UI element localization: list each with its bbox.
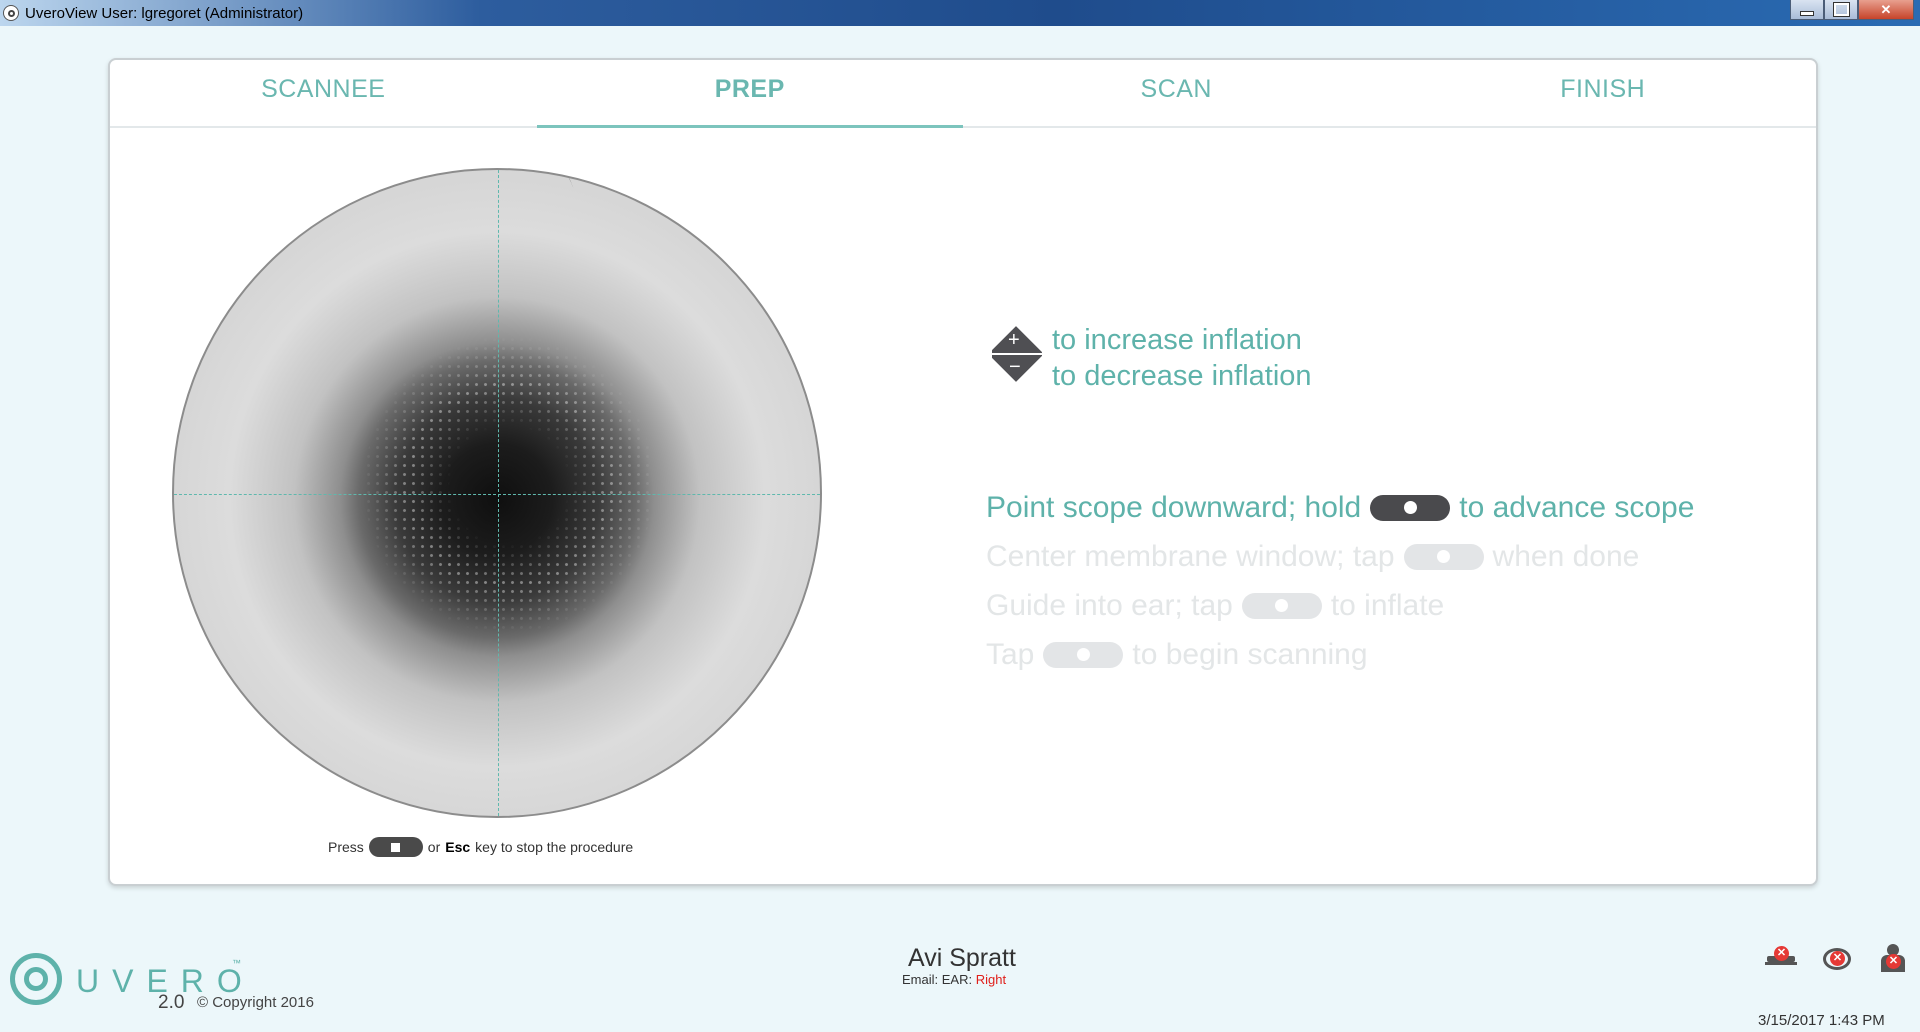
- patient-name: Avi Spratt: [908, 944, 1016, 972]
- maximize-icon: [1832, 2, 1850, 17]
- step-text: Tap: [986, 637, 1035, 671]
- step-guide-into-ear: Guide into ear; tap to inflate: [986, 581, 1694, 630]
- membrane-texture: [364, 335, 654, 635]
- maximize-button[interactable]: [1824, 0, 1858, 20]
- scope-button-icon: [1043, 641, 1124, 668]
- stop-button-icon: [368, 837, 423, 857]
- step-text: Guide into ear; tap: [986, 588, 1233, 622]
- ear-label: EAR:: [941, 972, 973, 987]
- scope-button-icon: [1403, 543, 1484, 570]
- copyright-text: © Copyright 2016: [197, 994, 314, 1011]
- scope-button-icon: [1370, 494, 1451, 521]
- scope-button-icon: [1241, 592, 1322, 619]
- tab-scan[interactable]: SCAN: [963, 60, 1390, 126]
- patient-info: Avi Spratt Email: EAR: Right: [902, 944, 1016, 987]
- minus-icon: −: [1009, 356, 1021, 378]
- increase-inflation-text: to increase inflation: [1052, 324, 1302, 356]
- ear-value: Right: [975, 972, 1007, 987]
- inflation-instructions: + − to increase inflation to decrease in…: [992, 322, 1312, 394]
- inflation-up-down-icon: + −: [992, 326, 1042, 386]
- error-badge-icon: ✕: [1886, 954, 1901, 969]
- step-text-after: to inflate: [1330, 588, 1445, 622]
- crosshair-vertical: [498, 170, 499, 816]
- app-icon: [3, 5, 19, 21]
- stop-hint-press: Press: [328, 839, 364, 855]
- uvero-logo-icon: [10, 953, 62, 1005]
- user-error-icon[interactable]: ✕: [1877, 944, 1909, 972]
- window-controls: ✕: [1790, 0, 1914, 22]
- close-button[interactable]: ✕: [1858, 0, 1914, 20]
- prep-steps-list: Point scope downward; hold to advance sc…: [986, 483, 1694, 679]
- stop-hint-rest: key to stop the procedure: [475, 839, 634, 855]
- tab-finish[interactable]: FINISH: [1390, 60, 1817, 126]
- status-icons: ✕ ✕ ✕: [1765, 944, 1909, 972]
- app-version: 2.0: [158, 992, 185, 1013]
- step-text: Point scope downward; hold: [986, 490, 1362, 524]
- step-text-after: to begin scanning: [1132, 637, 1368, 671]
- stop-procedure-hint: Press or Esc key to stop the procedure: [328, 837, 633, 857]
- window-title-bar: UveroView User: lgregoret (Administrator…: [0, 0, 1920, 26]
- step-text: Center membrane window; tap: [986, 539, 1395, 573]
- step-begin-scanning: Tap to begin scanning: [986, 630, 1694, 679]
- close-icon: ✕: [1880, 1, 1892, 17]
- connection-error-icon[interactable]: ✕: [1821, 944, 1853, 972]
- scope-camera-view: [172, 168, 822, 818]
- patient-meta: Email: EAR: Right: [902, 972, 1016, 987]
- step-point-scope: Point scope downward; hold to advance sc…: [986, 483, 1694, 532]
- crosshair-horizontal: [174, 494, 820, 495]
- tab-prep[interactable]: PREP: [536, 60, 964, 128]
- step-tabs: SCANNEE PREP SCAN FINISH: [110, 60, 1816, 128]
- logo-trademark: ™: [232, 958, 241, 968]
- timestamp: 3/15/2017 1:43 PM: [1758, 1012, 1885, 1029]
- error-badge-icon: ✕: [1774, 946, 1789, 961]
- step-text-after: to advance scope: [1459, 490, 1695, 524]
- step-center-membrane: Center membrane window; tap when done: [986, 532, 1694, 581]
- decrease-inflation-text: to decrease inflation: [1052, 360, 1312, 392]
- error-badge-icon: ✕: [1830, 951, 1845, 966]
- stop-hint-or: or: [427, 839, 441, 855]
- stop-hint-key: Esc: [445, 839, 471, 855]
- device-disconnected-icon[interactable]: ✕: [1765, 944, 1797, 972]
- minimize-icon: [1800, 11, 1814, 16]
- email-label: Email:: [902, 972, 939, 987]
- plus-icon: +: [1008, 329, 1020, 351]
- tab-scannee[interactable]: SCANNEE: [110, 60, 537, 126]
- minimize-button[interactable]: [1790, 0, 1824, 20]
- step-text-after: when done: [1492, 539, 1640, 573]
- main-panel: SCANNEE PREP SCAN FINISH Press or Esc ke…: [108, 58, 1818, 886]
- window-title: UveroView User: lgregoret (Administrator…: [25, 4, 304, 22]
